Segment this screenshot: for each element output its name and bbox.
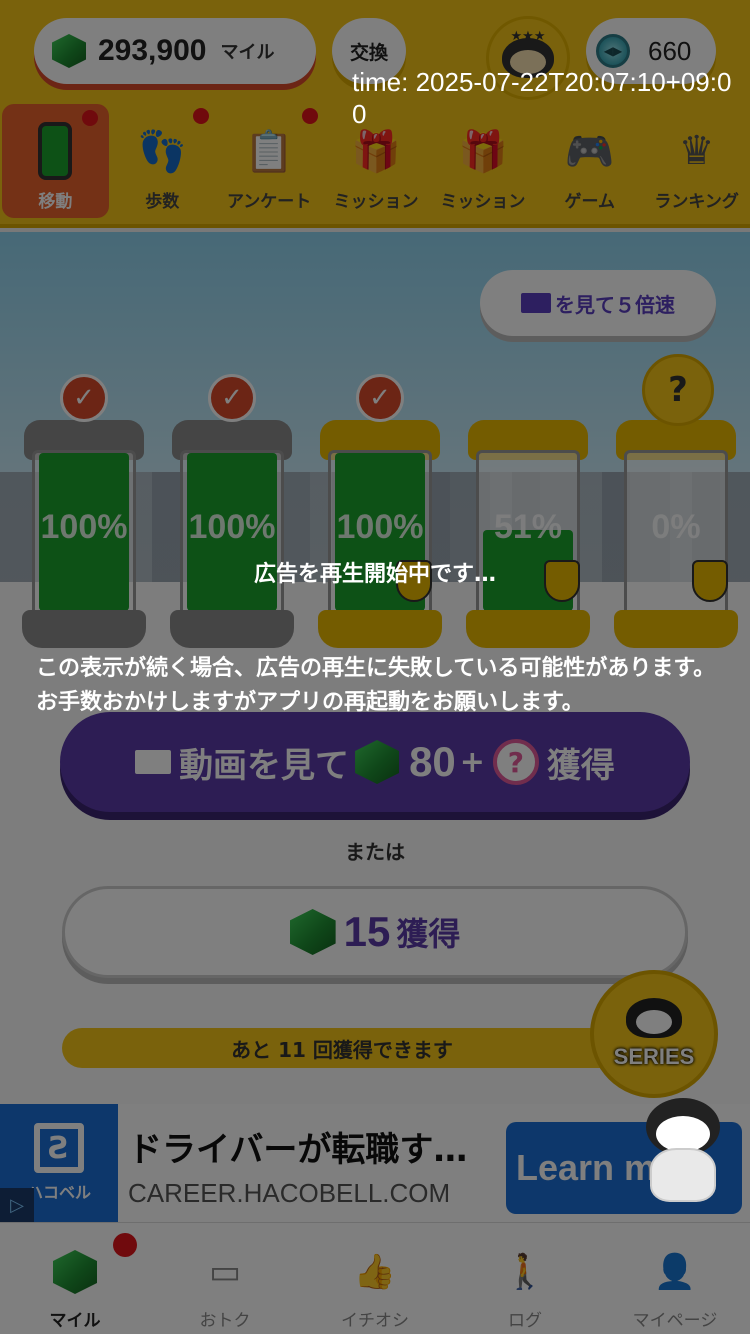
timestamp-overlay: time: 2025-07-22T20:07:10+09:00 <box>352 67 732 129</box>
ad-loading-message: 広告を再生開始中です… <box>253 562 496 587</box>
penguin-mascot-icon <box>640 1098 732 1206</box>
ad-failure-notice: この表示が続く場合、広告の再生に失敗している可能性があります。お手数おかけします… <box>36 656 716 715</box>
